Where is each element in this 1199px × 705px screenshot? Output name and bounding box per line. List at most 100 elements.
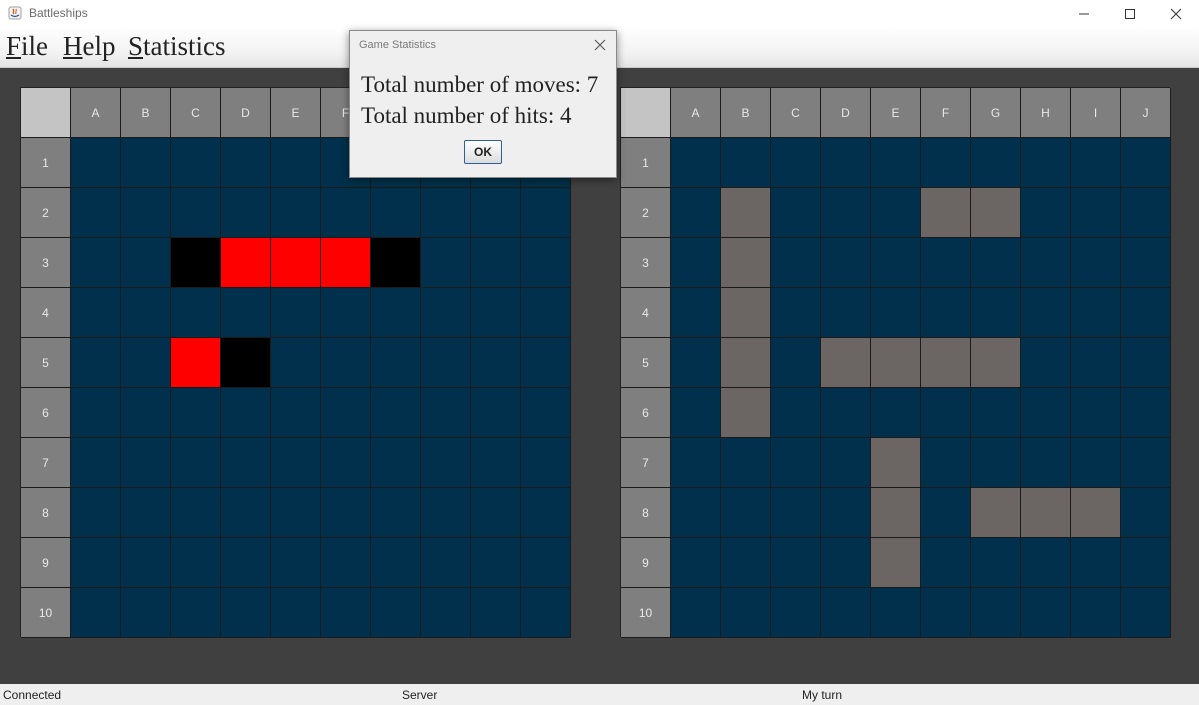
dialog-close-icon[interactable] bbox=[594, 39, 606, 51]
opponent-board-cell-G10-water[interactable] bbox=[971, 588, 1021, 638]
player-board-cell-E10-water[interactable] bbox=[271, 588, 321, 638]
opponent-board-cell-J7-water[interactable] bbox=[1121, 438, 1171, 488]
player-board-cell-J9-water[interactable] bbox=[521, 538, 571, 588]
opponent-board-cell-D3-water[interactable] bbox=[821, 238, 871, 288]
player-board-cell-E2-water[interactable] bbox=[271, 188, 321, 238]
player-board-cell-C8-water[interactable] bbox=[171, 488, 221, 538]
player-board-cell-J10-water[interactable] bbox=[521, 588, 571, 638]
opponent-board-cell-H7-water[interactable] bbox=[1021, 438, 1071, 488]
opponent-board-cell-E5-ship[interactable] bbox=[871, 338, 921, 388]
player-board-cell-B10-water[interactable] bbox=[121, 588, 171, 638]
player-board-cell-B8-water[interactable] bbox=[121, 488, 171, 538]
player-board-cell-H8-water[interactable] bbox=[421, 488, 471, 538]
opponent-board-cell-F1-water[interactable] bbox=[921, 138, 971, 188]
player-board-cell-C1-water[interactable] bbox=[171, 138, 221, 188]
player-board-cell-D10-water[interactable] bbox=[221, 588, 271, 638]
player-board-cell-D2-water[interactable] bbox=[221, 188, 271, 238]
player-board-cell-F10-water[interactable] bbox=[321, 588, 371, 638]
opponent-board-cell-C2-water[interactable] bbox=[771, 188, 821, 238]
opponent-board-cell-B6-ship[interactable] bbox=[721, 388, 771, 438]
player-board-cell-D8-water[interactable] bbox=[221, 488, 271, 538]
opponent-board-cell-J1-water[interactable] bbox=[1121, 138, 1171, 188]
opponent-board-cell-A1-water[interactable] bbox=[671, 138, 721, 188]
player-board-cell-F4-water[interactable] bbox=[321, 288, 371, 338]
opponent-board-cell-D8-water[interactable] bbox=[821, 488, 871, 538]
opponent-board-cell-B10-water[interactable] bbox=[721, 588, 771, 638]
player-board-cell-D7-water[interactable] bbox=[221, 438, 271, 488]
player-board-cell-F9-water[interactable] bbox=[321, 538, 371, 588]
player-board-cell-I10-water[interactable] bbox=[471, 588, 521, 638]
player-board-cell-G7-water[interactable] bbox=[371, 438, 421, 488]
player-board-cell-C7-water[interactable] bbox=[171, 438, 221, 488]
player-board-cell-E8-water[interactable] bbox=[271, 488, 321, 538]
opponent-board-cell-C9-water[interactable] bbox=[771, 538, 821, 588]
player-board-cell-I9-water[interactable] bbox=[471, 538, 521, 588]
player-board-cell-J5-water[interactable] bbox=[521, 338, 571, 388]
opponent-board-cell-I10-water[interactable] bbox=[1071, 588, 1121, 638]
player-board-cell-B4-water[interactable] bbox=[121, 288, 171, 338]
player-board-cell-H10-water[interactable] bbox=[421, 588, 471, 638]
opponent-board-cell-H1-water[interactable] bbox=[1021, 138, 1071, 188]
player-board-cell-A4-water[interactable] bbox=[71, 288, 121, 338]
opponent-board-cell-J10-water[interactable] bbox=[1121, 588, 1171, 638]
opponent-board-cell-F10-water[interactable] bbox=[921, 588, 971, 638]
player-board-cell-A5-water[interactable] bbox=[71, 338, 121, 388]
player-board-cell-H7-water[interactable] bbox=[421, 438, 471, 488]
menu-statistics[interactable]: Statistics bbox=[128, 31, 226, 62]
player-board-cell-D5-miss[interactable] bbox=[221, 338, 271, 388]
opponent-board-cell-D1-water[interactable] bbox=[821, 138, 871, 188]
opponent-board-cell-J5-water[interactable] bbox=[1121, 338, 1171, 388]
player-board-cell-E7-water[interactable] bbox=[271, 438, 321, 488]
opponent-board-cell-G3-water[interactable] bbox=[971, 238, 1021, 288]
opponent-board-cell-E8-ship[interactable] bbox=[871, 488, 921, 538]
player-board-cell-E9-water[interactable] bbox=[271, 538, 321, 588]
opponent-board-cell-I4-water[interactable] bbox=[1071, 288, 1121, 338]
opponent-board-cell-A6-water[interactable] bbox=[671, 388, 721, 438]
opponent-board-cell-A2-water[interactable] bbox=[671, 188, 721, 238]
player-board-cell-H6-water[interactable] bbox=[421, 388, 471, 438]
opponent-board-cell-G9-water[interactable] bbox=[971, 538, 1021, 588]
opponent-board-cell-C1-water[interactable] bbox=[771, 138, 821, 188]
menu-file[interactable]: File bbox=[6, 31, 48, 62]
player-board-cell-C3-miss[interactable] bbox=[171, 238, 221, 288]
opponent-board-cell-J4-water[interactable] bbox=[1121, 288, 1171, 338]
opponent-board-cell-I9-water[interactable] bbox=[1071, 538, 1121, 588]
opponent-board-cell-F7-water[interactable] bbox=[921, 438, 971, 488]
player-board-cell-A3-water[interactable] bbox=[71, 238, 121, 288]
opponent-board-cell-F6-water[interactable] bbox=[921, 388, 971, 438]
opponent-board-cell-C3-water[interactable] bbox=[771, 238, 821, 288]
opponent-board-cell-E6-water[interactable] bbox=[871, 388, 921, 438]
opponent-board-cell-E4-water[interactable] bbox=[871, 288, 921, 338]
player-board-cell-C6-water[interactable] bbox=[171, 388, 221, 438]
opponent-board-cell-H5-water[interactable] bbox=[1021, 338, 1071, 388]
opponent-board-cell-B1-water[interactable] bbox=[721, 138, 771, 188]
opponent-board-cell-H8-ship[interactable] bbox=[1021, 488, 1071, 538]
player-board-cell-D1-water[interactable] bbox=[221, 138, 271, 188]
opponent-board-cell-A10-water[interactable] bbox=[671, 588, 721, 638]
player-board-cell-D9-water[interactable] bbox=[221, 538, 271, 588]
player-board-cell-E4-water[interactable] bbox=[271, 288, 321, 338]
player-board-cell-A10-water[interactable] bbox=[71, 588, 121, 638]
opponent-board-cell-D5-ship[interactable] bbox=[821, 338, 871, 388]
player-board-cell-J8-water[interactable] bbox=[521, 488, 571, 538]
player-board-cell-C9-water[interactable] bbox=[171, 538, 221, 588]
opponent-board-cell-G7-water[interactable] bbox=[971, 438, 1021, 488]
player-board-cell-I8-water[interactable] bbox=[471, 488, 521, 538]
maximize-button[interactable] bbox=[1107, 0, 1153, 27]
opponent-board-cell-J8-water[interactable] bbox=[1121, 488, 1171, 538]
minimize-button[interactable] bbox=[1061, 0, 1107, 27]
player-board-cell-E5-water[interactable] bbox=[271, 338, 321, 388]
opponent-board-cell-E1-water[interactable] bbox=[871, 138, 921, 188]
opponent-board-cell-B2-ship[interactable] bbox=[721, 188, 771, 238]
player-board-cell-E1-water[interactable] bbox=[271, 138, 321, 188]
opponent-board-cell-F9-water[interactable] bbox=[921, 538, 971, 588]
player-board-cell-D6-water[interactable] bbox=[221, 388, 271, 438]
player-board-cell-E6-water[interactable] bbox=[271, 388, 321, 438]
player-board-cell-H9-water[interactable] bbox=[421, 538, 471, 588]
opponent-board-cell-H6-water[interactable] bbox=[1021, 388, 1071, 438]
opponent-board-cell-G4-water[interactable] bbox=[971, 288, 1021, 338]
player-board-cell-F5-water[interactable] bbox=[321, 338, 371, 388]
player-board-cell-G2-water[interactable] bbox=[371, 188, 421, 238]
opponent-board-cell-G5-ship[interactable] bbox=[971, 338, 1021, 388]
player-board-cell-J4-water[interactable] bbox=[521, 288, 571, 338]
